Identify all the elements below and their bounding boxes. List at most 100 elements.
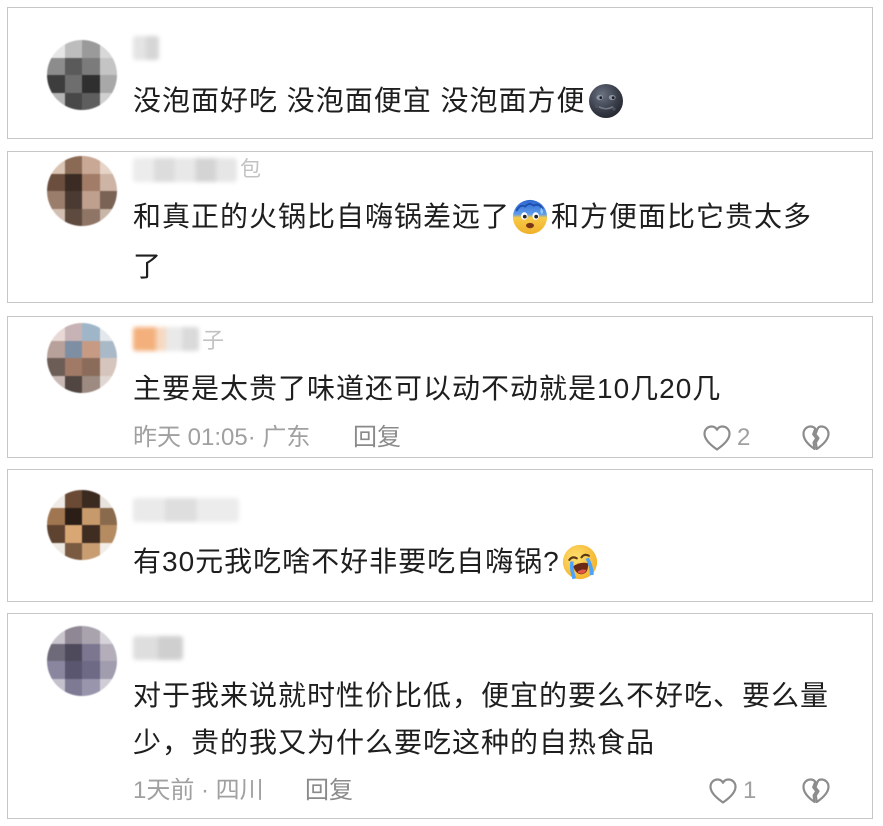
- avatar-mosaic-tile: [82, 507, 100, 525]
- avatar-mosaic-tile: [47, 92, 65, 110]
- comment-time-location: 昨天 01:05· 广东: [133, 424, 311, 451]
- broken-heart-icon: [802, 778, 830, 804]
- comment-text: 有30元我吃啥不好非要吃自嗨锅?: [133, 546, 560, 577]
- avatar-mosaic-tile: [47, 507, 65, 525]
- avatar[interactable]: [47, 490, 117, 560]
- avatar-mosaic-tile: [82, 208, 100, 226]
- comment-text-line: 和真正的火锅比自嗨锅差远了 和方便面比它贵太多: [133, 197, 812, 237]
- avatar-mosaic-tile: [82, 490, 100, 508]
- dislike-button[interactable]: [800, 422, 832, 454]
- username-blurred[interactable]: [133, 498, 239, 522]
- like-button[interactable]: 2: [701, 422, 750, 454]
- avatar-mosaic-tile: [99, 375, 117, 393]
- heart-outline-icon: [703, 425, 731, 451]
- avatar-mosaic-tile: [99, 156, 117, 174]
- username-blurred[interactable]: [133, 36, 159, 60]
- avatar-mosaic-tile: [99, 542, 117, 560]
- comment-text-line: 有30元我吃啥不好非要吃自嗨锅?: [133, 542, 601, 582]
- comment-text: 了: [133, 251, 163, 282]
- reply-button[interactable]: 回复: [305, 776, 353, 806]
- comment-text: 对于我来说就时性价比低，便宜的要么不好吃、要么量: [133, 680, 830, 711]
- avatar[interactable]: [47, 40, 117, 110]
- reply-button[interactable]: 回复: [353, 423, 401, 453]
- avatar-mosaic-tile: [64, 490, 82, 508]
- comment-text-line: 少，贵的我又为什么要吃这种的自热食品: [133, 723, 655, 763]
- avatar-mosaic-tile: [99, 643, 117, 661]
- avatar-mosaic-tile: [64, 92, 82, 110]
- new-moon-face-emoji: [588, 84, 623, 118]
- avatar-mosaic-tile: [64, 643, 82, 661]
- avatar-mosaic-tile: [47, 626, 65, 644]
- avatar-mosaic-tile: [47, 340, 65, 358]
- avatar-mosaic-tile: [64, 208, 82, 226]
- comment-text: 主要是太贵了味道还可以动不动就是10几20几: [133, 373, 722, 404]
- avatar-mosaic-tile: [99, 678, 117, 696]
- avatar-mosaic-tile: [47, 678, 65, 696]
- comment-card: 没泡面好吃 没泡面便宜 没泡面方便: [7, 7, 873, 139]
- like-count: 2: [737, 424, 751, 451]
- avatar-mosaic-tile: [47, 323, 65, 341]
- username-blurred[interactable]: [133, 327, 199, 351]
- dislike-button[interactable]: [800, 775, 832, 807]
- avatar-mosaic-tile: [99, 507, 117, 525]
- avatar-mosaic-tile: [64, 75, 82, 93]
- like-button[interactable]: 1: [707, 775, 756, 807]
- avatar[interactable]: [47, 156, 117, 226]
- username-visible-part[interactable]: 包: [240, 158, 261, 182]
- avatar-mosaic-tile: [47, 661, 65, 679]
- avatar-mosaic-tile: [47, 57, 65, 75]
- avatar-mosaic-tile: [64, 358, 82, 376]
- avatar-mosaic-tile: [99, 92, 117, 110]
- avatar-mosaic-tile: [82, 340, 100, 358]
- avatar[interactable]: [47, 323, 117, 393]
- username-blurred[interactable]: [133, 636, 183, 660]
- avatar-mosaic-tile: [47, 525, 65, 543]
- avatar-mosaic-tile: [99, 75, 117, 93]
- avatar-mosaic-tile: [99, 525, 117, 543]
- broken-heart-icon: [802, 425, 830, 451]
- avatar-mosaic-tile: [82, 57, 100, 75]
- avatar-mosaic-tile: [82, 542, 100, 560]
- avatar-mosaic-tile: [64, 507, 82, 525]
- avatar-mosaic-tile: [82, 173, 100, 191]
- avatar-mosaic-tile: [47, 358, 65, 376]
- avatar-mosaic-tile: [99, 626, 117, 644]
- comment-card: 子 主要是太贵了味道还可以动不动就是10几20几 昨天 01:05· 广东 回复…: [7, 316, 873, 458]
- avatar-mosaic-tile: [99, 40, 117, 58]
- comment-text-line: 了: [133, 247, 162, 287]
- avatar-mosaic-tile: [64, 156, 82, 174]
- avatar-mosaic-tile: [64, 191, 82, 209]
- avatar-mosaic-tile: [82, 525, 100, 543]
- avatar-mosaic-tile: [64, 542, 82, 560]
- comment-text-line: 对于我来说就时性价比低，便宜的要么不好吃、要么量: [133, 676, 829, 716]
- avatar-mosaic-tile: [99, 661, 117, 679]
- avatar-mosaic-tile: [47, 173, 65, 191]
- avatar-mosaic-tile: [64, 375, 82, 393]
- heart-outline-icon: [709, 778, 737, 804]
- avatar-mosaic-tile: [82, 40, 100, 58]
- comment-card: 包 和真正的火锅比自嗨锅差远了 和方便面比它贵太多 了: [7, 151, 873, 303]
- like-count: 1: [743, 777, 757, 804]
- avatar-mosaic-tile: [82, 191, 100, 209]
- avatar-mosaic-tile: [47, 375, 65, 393]
- comment-list: 没泡面好吃 没泡面便宜 没泡面方便 包 和真正的火锅比自嗨锅差远了 和方便面比它…: [0, 0, 883, 826]
- avatar-mosaic-tile: [82, 323, 100, 341]
- avatar-mosaic-tile: [82, 92, 100, 110]
- avatar-mosaic-tile: [99, 191, 117, 209]
- avatar-mosaic-tile: [99, 173, 117, 191]
- avatar-mosaic-tile: [99, 490, 117, 508]
- anxious-face-with-sweat-emoji: [512, 199, 548, 235]
- avatar-mosaic-tile: [64, 678, 82, 696]
- comment-text: 和方便面比它贵太多: [551, 201, 813, 232]
- avatar-mosaic-tile: [64, 340, 82, 358]
- avatar-mosaic-tile: [47, 542, 65, 560]
- avatar-mosaic-tile: [47, 75, 65, 93]
- avatar[interactable]: [47, 626, 117, 696]
- username-visible-part[interactable]: 子: [202, 329, 224, 353]
- avatar-mosaic-tile: [64, 525, 82, 543]
- avatar-mosaic-tile: [99, 208, 117, 226]
- loudly-crying-face-emoji: [562, 544, 597, 580]
- username-blurred[interactable]: [133, 158, 237, 182]
- avatar-mosaic-tile: [64, 661, 82, 679]
- avatar-mosaic-tile: [99, 358, 117, 376]
